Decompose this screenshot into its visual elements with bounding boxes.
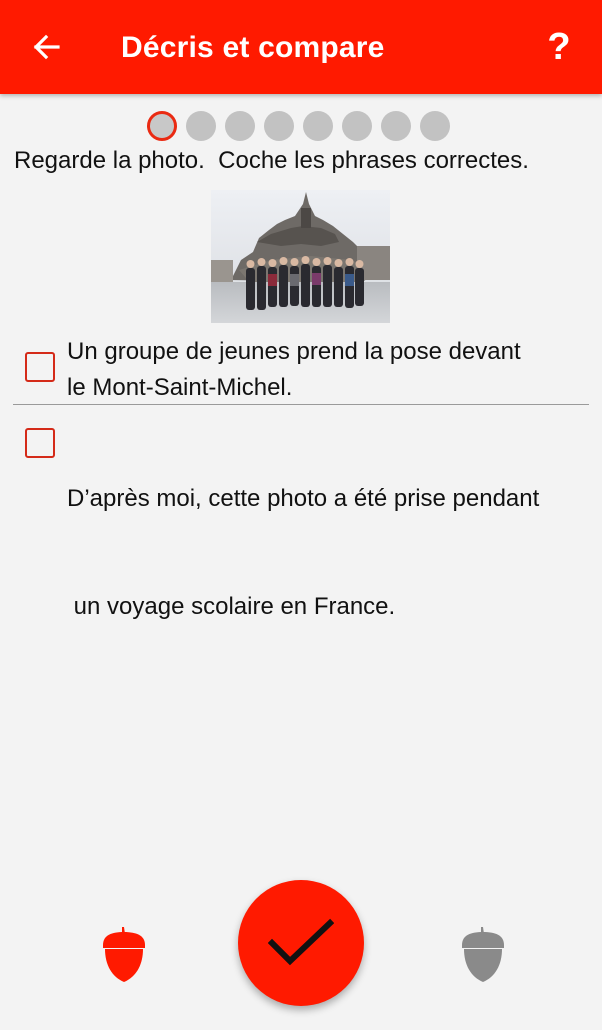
back-button[interactable] bbox=[26, 27, 66, 67]
acorn-red-icon[interactable] bbox=[100, 925, 148, 983]
progress-indicator bbox=[147, 111, 450, 141]
progress-dot bbox=[303, 111, 333, 141]
statement-checkbox[interactable] bbox=[25, 352, 55, 382]
statement-item[interactable]: Un groupe de jeunes prend la pose devant… bbox=[0, 334, 602, 404]
statement-line: un voyage scolaire en France. bbox=[67, 593, 396, 620]
statement-item[interactable]: D’après moi, cette photo a été prise pen… bbox=[0, 409, 602, 620]
help-button[interactable]: ? bbox=[542, 24, 576, 70]
app-bar: Décris et compare ? bbox=[0, 0, 602, 94]
page-title: Décris et compare bbox=[121, 31, 385, 64]
progress-dot bbox=[225, 111, 255, 141]
exercise-photo bbox=[211, 190, 390, 323]
progress-dot bbox=[264, 111, 294, 141]
statement-line: Un groupe de jeunes prend la pose devant bbox=[67, 338, 521, 365]
progress-dot-current bbox=[147, 111, 177, 141]
checkmark-icon bbox=[268, 918, 334, 966]
instruction-text: Regarde la photo. Coche les phrases corr… bbox=[14, 147, 529, 174]
divider bbox=[13, 404, 589, 405]
progress-dot bbox=[420, 111, 450, 141]
progress-dot bbox=[381, 111, 411, 141]
check-answer-button[interactable] bbox=[238, 880, 364, 1006]
statement-text: D’après moi, cette photo a été prise pen… bbox=[67, 409, 539, 697]
progress-dot bbox=[186, 111, 216, 141]
progress-dot bbox=[342, 111, 372, 141]
statement-line: D’après moi, cette photo a été prise pen… bbox=[67, 485, 540, 512]
statement-checkbox[interactable] bbox=[25, 428, 55, 458]
statement-text: Un groupe de jeunes prend la pose devant… bbox=[67, 334, 521, 406]
acorn-gray-icon[interactable] bbox=[459, 925, 507, 983]
statement-line: le Mont-Saint-Michel. bbox=[67, 374, 293, 401]
arrow-left-icon bbox=[33, 34, 60, 60]
